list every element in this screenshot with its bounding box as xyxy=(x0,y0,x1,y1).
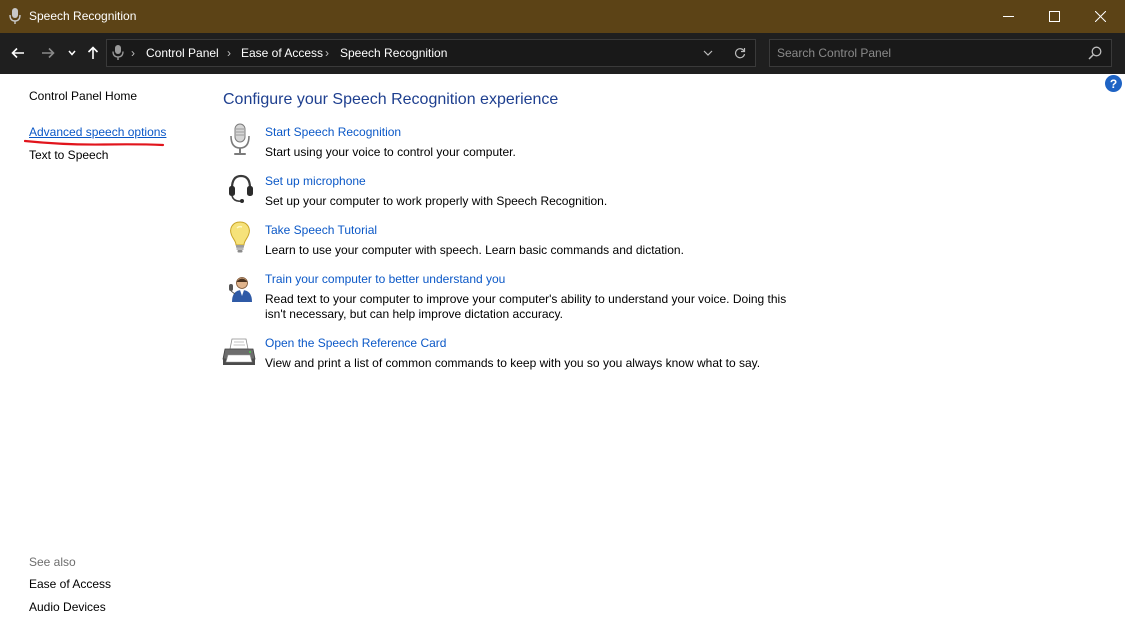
task-description: Start using your voice to control your c… xyxy=(265,145,516,159)
breadcrumb-ease-of-access[interactable]: Ease of Access xyxy=(241,46,323,60)
task-description: Read text to your computer to improve yo… xyxy=(265,292,787,321)
breadcrumb-separator: › xyxy=(325,46,329,60)
close-button[interactable] xyxy=(1077,0,1123,33)
search-box[interactable] xyxy=(769,39,1112,67)
arrow-up-icon xyxy=(87,46,99,59)
arrow-left-icon xyxy=(11,47,24,59)
page-heading: Configure your Speech Recognition experi… xyxy=(223,91,559,108)
see-also-label: See also xyxy=(29,555,76,569)
close-icon xyxy=(1094,11,1106,22)
search-input[interactable] xyxy=(777,45,1077,61)
user-train-icon xyxy=(226,272,254,306)
open-speech-reference-card-link[interactable]: Open the Speech Reference Card xyxy=(265,336,446,350)
up-button[interactable] xyxy=(84,42,102,64)
minimize-button[interactable] xyxy=(985,0,1031,33)
breadcrumb-separator: › xyxy=(227,46,231,60)
question-mark-icon: ? xyxy=(1109,76,1118,91)
back-button[interactable] xyxy=(8,42,28,64)
set-up-microphone-link[interactable]: Set up microphone xyxy=(265,174,366,188)
search-icon[interactable] xyxy=(1088,46,1102,60)
printer-icon xyxy=(222,335,256,369)
help-button[interactable]: ? xyxy=(1105,75,1122,92)
ease-of-access-link[interactable]: Ease of Access xyxy=(29,577,111,591)
microphone-icon xyxy=(9,8,21,25)
task-description: View and print a list of common commands… xyxy=(265,356,761,370)
start-speech-recognition-link[interactable]: Start Speech Recognition xyxy=(265,125,401,139)
task-description: Set up your computer to work properly wi… xyxy=(265,194,608,208)
maximize-icon xyxy=(1048,11,1060,22)
microphone-icon xyxy=(112,45,124,61)
breadcrumb-control-panel[interactable]: Control Panel xyxy=(146,46,219,60)
chevron-down-icon xyxy=(68,50,76,56)
arrow-right-icon xyxy=(42,47,55,59)
title-bar: Speech Recognition xyxy=(0,0,1125,33)
recent-locations-button[interactable] xyxy=(65,42,79,64)
take-speech-tutorial-link[interactable]: Take Speech Tutorial xyxy=(265,223,377,237)
control-panel-home-link[interactable]: Control Panel Home xyxy=(29,89,137,103)
navigation-bar: › Control Panel › Ease of Access › Speec… xyxy=(0,33,1125,74)
advanced-speech-options-link[interactable]: Advanced speech options xyxy=(29,125,166,139)
address-bar[interactable]: › Control Panel › Ease of Access › Speec… xyxy=(106,39,756,67)
minimize-icon xyxy=(1002,16,1014,17)
refresh-icon xyxy=(734,48,746,59)
headset-icon xyxy=(226,172,254,206)
maximize-button[interactable] xyxy=(1031,0,1077,33)
breadcrumb-separator: › xyxy=(131,46,135,60)
microphone-icon xyxy=(226,123,254,157)
refresh-button[interactable] xyxy=(732,45,748,61)
train-computer-link[interactable]: Train your computer to better understand… xyxy=(265,272,505,286)
task-description: Learn to use your computer with speech. … xyxy=(265,243,684,257)
forward-button[interactable] xyxy=(38,42,58,64)
lightbulb-icon xyxy=(226,220,254,254)
audio-devices-link[interactable]: Audio Devices xyxy=(29,600,106,614)
address-dropdown-button[interactable] xyxy=(700,45,716,61)
red-annotation-underline xyxy=(24,139,165,147)
window-title: Speech Recognition xyxy=(29,9,137,23)
text-to-speech-link[interactable]: Text to Speech xyxy=(29,148,108,162)
chevron-down-icon xyxy=(703,50,713,56)
breadcrumb-speech-recognition[interactable]: Speech Recognition xyxy=(340,46,447,60)
